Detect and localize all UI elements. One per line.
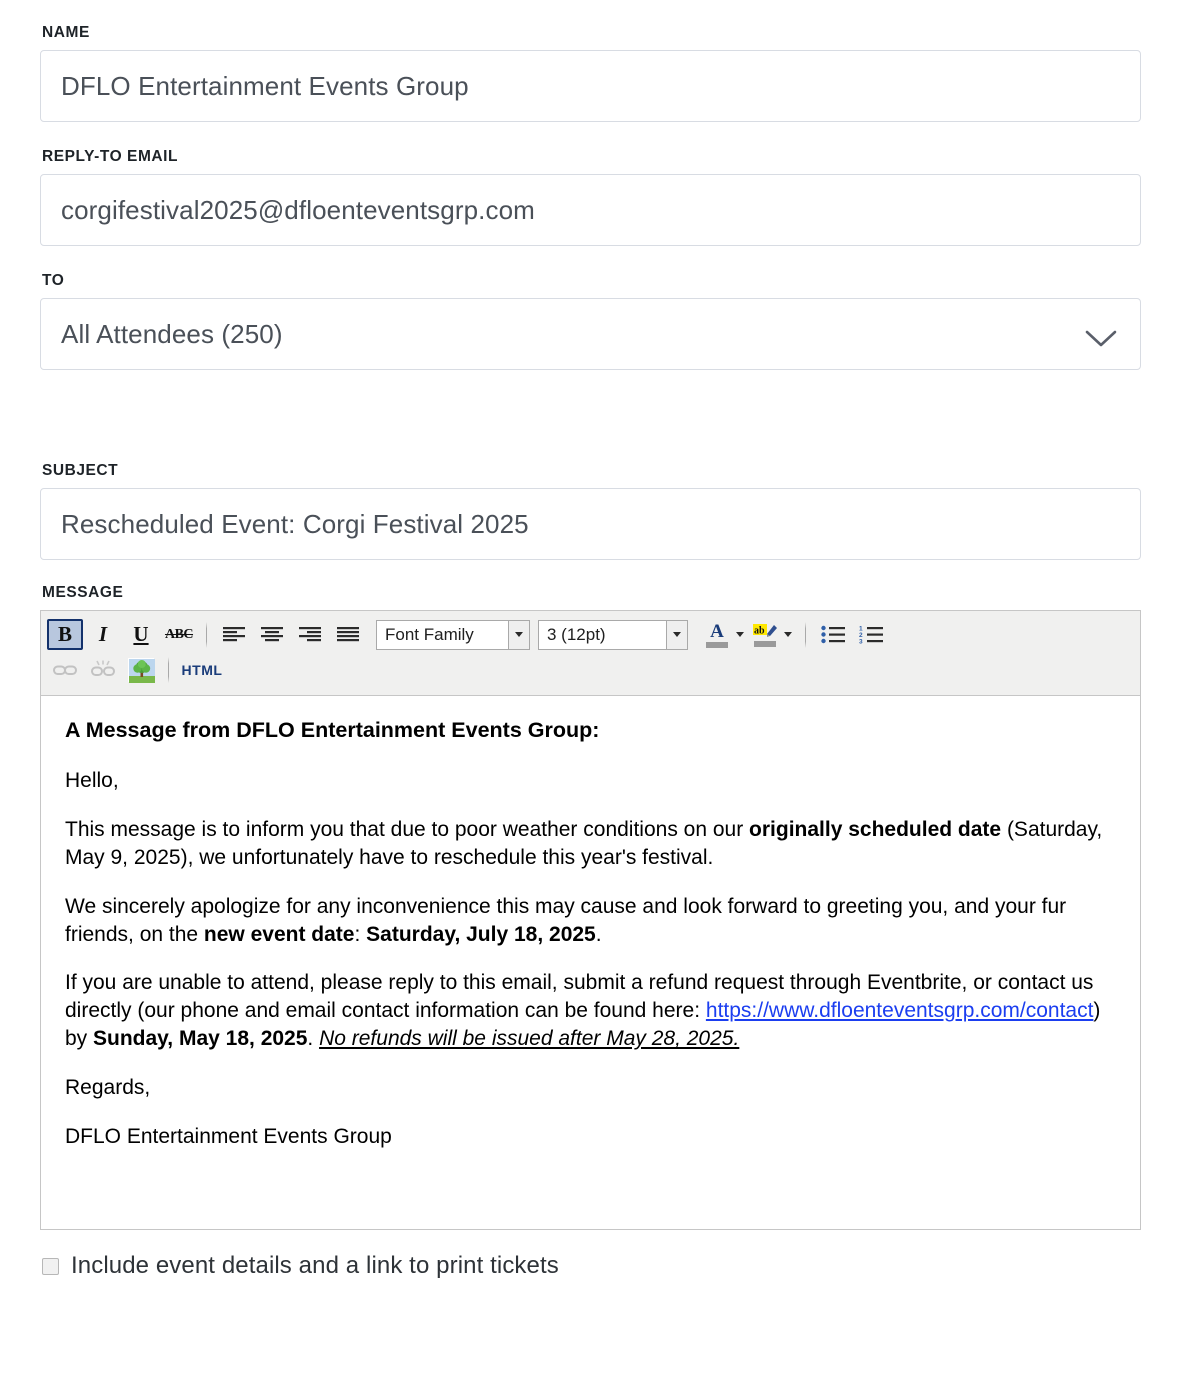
subject-label: SUBJECT (42, 462, 119, 480)
highlight-glyph: ab (752, 623, 778, 640)
align-right-button[interactable] (292, 619, 328, 650)
rich-text-editor: B I U ABC Font Family 3 (12pt) A ab 1 2 … (40, 610, 1141, 1231)
text-color-letter: A (710, 620, 724, 642)
font-family-select[interactable]: Font Family (376, 619, 530, 650)
font-family-value: Font Family (376, 619, 508, 650)
link-icon (52, 660, 78, 680)
toolbar-row-1: B I U ABC Font Family 3 (12pt) A ab 1 2 … (47, 617, 1134, 652)
unlink-icon (90, 660, 116, 680)
toolbar-divider (206, 621, 207, 648)
bold-label: B (57, 622, 72, 647)
font-family-arrow-icon (508, 619, 530, 650)
p3-part3: . (595, 922, 602, 946)
font-size-select[interactable]: 3 (12pt) (538, 619, 688, 650)
unlink-button[interactable] (85, 654, 121, 685)
svg-text:3: 3 (859, 639, 863, 645)
message-paragraph-3: We sincerely apologize for any inconveni… (65, 893, 1116, 949)
editor-toolbar: B I U ABC Font Family 3 (12pt) A ab 1 2 … (40, 610, 1141, 696)
align-justify-icon (337, 626, 359, 644)
svg-text:ab: ab (754, 625, 765, 636)
highlight-color-button[interactable]: ab (750, 619, 796, 650)
align-center-icon (261, 626, 283, 644)
message-body-editor[interactable]: A Message from DFLO Entertainment Events… (40, 695, 1141, 1231)
message-greeting: Hello, (65, 768, 119, 792)
to-label: TO (42, 272, 65, 290)
include-details-checkbox[interactable] (42, 1257, 59, 1275)
message-paragraph-4: If you are unable to attend, please repl… (65, 969, 1116, 1053)
include-details-row: Include event details and a link to prin… (40, 1252, 1141, 1280)
insert-link-button[interactable] (47, 654, 83, 685)
align-right-icon (299, 626, 321, 644)
strikethrough-label: ABC (164, 626, 194, 642)
text-color-icon[interactable]: A (702, 619, 732, 650)
html-source-button[interactable]: HTML (178, 657, 226, 683)
reply-to-email-field-group: REPLY-TO EMAIL corgifestival2025@dfloent… (40, 148, 1141, 247)
align-left-button[interactable] (216, 619, 252, 650)
include-details-label: Include event details and a link to prin… (71, 1252, 559, 1280)
numbered-list-button[interactable]: 1 2 3 (853, 619, 889, 650)
html-source-label: HTML (181, 661, 223, 678)
strikethrough-button[interactable]: ABC (161, 619, 197, 650)
text-color-dropdown-icon[interactable] (732, 619, 748, 650)
p3-bold2: Saturday, July 18, 2025 (366, 922, 596, 946)
font-size-value: 3 (12pt) (538, 619, 666, 650)
p2-part1: This message is to inform you that due t… (65, 817, 750, 841)
reply-to-email-label: REPLY-TO EMAIL (42, 148, 179, 166)
toolbar-row-2: HTML (47, 652, 1134, 687)
contact-link[interactable]: https://www.dfloenteventsgrp.com/contact (706, 999, 1094, 1022)
p3-part2: : (354, 922, 367, 946)
subject-input[interactable]: Rescheduled Event: Corgi Festival 2025 (40, 488, 1141, 561)
font-size-arrow-icon (666, 619, 688, 650)
p2-bold1: originally scheduled date (749, 817, 1002, 841)
subject-field-group: SUBJECT Rescheduled Event: Corgi Festiva… (40, 462, 1141, 561)
toolbar-divider (168, 656, 169, 683)
to-select[interactable]: All Attendees (250) (40, 298, 1141, 371)
toolbar-divider (805, 621, 806, 648)
message-label: MESSAGE (42, 584, 124, 602)
message-field-group: MESSAGE B I U ABC Font Family 3 (12pt) A… (40, 584, 1141, 1231)
p3-bold1: new event date (203, 922, 355, 946)
underline-label: U (133, 622, 149, 647)
highlight-color-icon[interactable]: ab (750, 619, 780, 650)
to-select-value: All Attendees (250) (61, 318, 283, 349)
image-icon (128, 657, 155, 683)
chevron-down-icon (1084, 324, 1118, 347)
text-color-swatch (706, 641, 728, 648)
text-color-button[interactable]: A (702, 619, 748, 650)
italic-button[interactable]: I (85, 619, 121, 650)
p4-bold1: Sunday, May 18, 2025 (93, 1027, 308, 1051)
underline-button[interactable]: U (123, 619, 159, 650)
highlight-color-swatch (754, 640, 776, 647)
bullet-list-button[interactable] (815, 619, 851, 650)
bold-button[interactable]: B (47, 619, 83, 651)
insert-image-button[interactable] (123, 654, 159, 685)
p4-refund-note: No refunds will be issued after May 28, … (319, 1027, 740, 1051)
to-field-group: TO All Attendees (250) (40, 272, 1141, 371)
italic-label: I (98, 622, 108, 647)
message-paragraph-2: This message is to inform you that due t… (65, 816, 1116, 872)
align-left-icon (223, 626, 245, 644)
p4-part3: . (307, 1027, 320, 1051)
name-input[interactable]: DFLO Entertainment Events Group (40, 50, 1141, 123)
name-field-group: NAME DFLO Entertainment Events Group (40, 24, 1141, 123)
highlight-color-dropdown-icon[interactable] (780, 619, 796, 650)
email-composer-page: NAME DFLO Entertainment Events Group REP… (0, 0, 1181, 1387)
bullet-list-icon (821, 625, 845, 644)
message-heading: A Message from DFLO Entertainment Events… (65, 718, 600, 743)
message-signoff: Regards, (65, 1076, 151, 1100)
numbered-list-icon: 1 2 3 (859, 625, 883, 646)
name-label: NAME (42, 24, 90, 41)
reply-to-email-input[interactable]: corgifestival2025@dfloenteventsgrp.com (40, 174, 1141, 247)
align-center-button[interactable] (254, 619, 290, 650)
message-signature: DFLO Entertainment Events Group (65, 1125, 392, 1149)
align-justify-button[interactable] (330, 619, 366, 650)
